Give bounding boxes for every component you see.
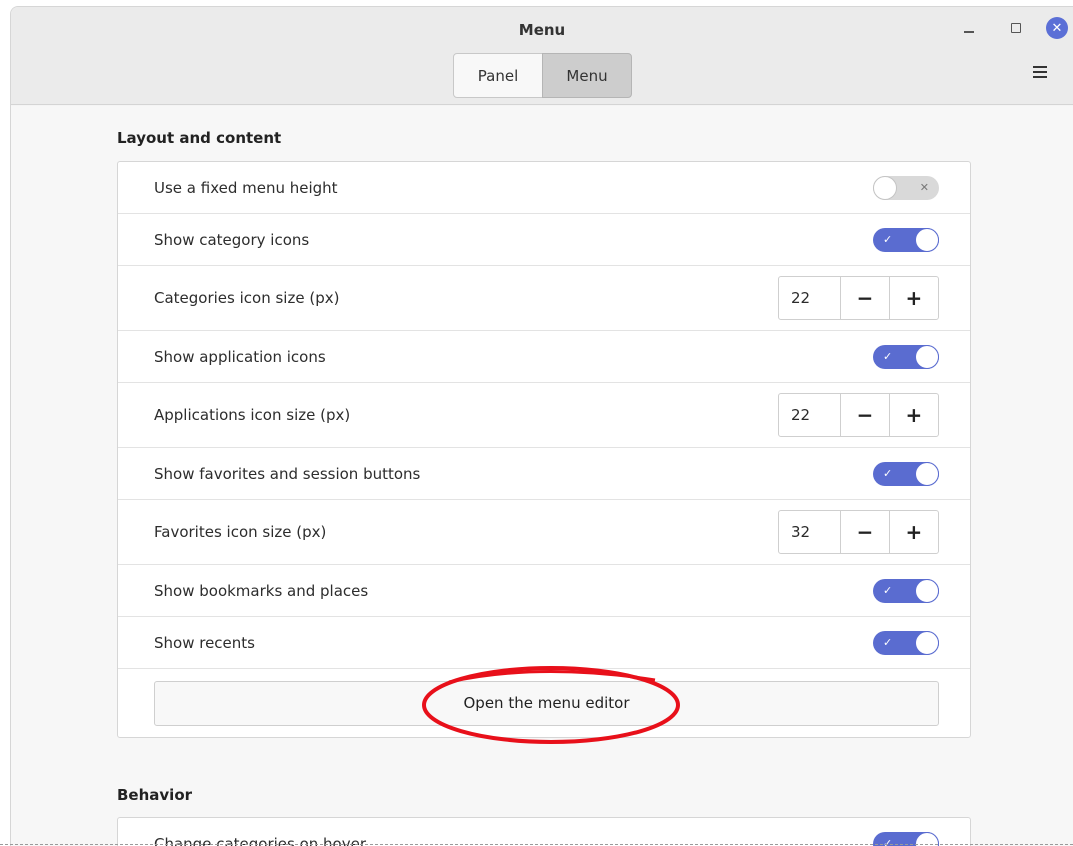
decrement-button[interactable]: − xyxy=(841,394,890,436)
setting-label: Show favorites and session buttons xyxy=(154,464,421,483)
setting-label: Categories icon size (px) xyxy=(154,289,340,307)
setting-row-categories-icon-size: Categories icon size (px) 22 − + xyxy=(118,266,970,331)
close-icon: ✕ xyxy=(1046,17,1068,39)
favorites-icon-size-stepper: 32 − + xyxy=(778,510,939,554)
setting-row-applications-icon-size: Applications icon size (px) 22 − + xyxy=(118,383,970,448)
toggle-knob xyxy=(915,630,939,655)
favorites-icon-size-input[interactable]: 32 xyxy=(779,511,842,553)
behavior-settings-card: Change categories on hover ✓ xyxy=(117,817,971,846)
section-title-layout: Layout and content xyxy=(117,129,282,147)
red-annotation-ellipse xyxy=(422,666,680,744)
title-bar: Menu ✕ Panel Menu xyxy=(11,7,1073,105)
recents-toggle[interactable]: ✓ xyxy=(873,630,939,655)
setting-row-favorites-session: Show favorites and session buttons ✓ xyxy=(118,448,970,500)
cross-icon: ✕ xyxy=(919,180,929,194)
setting-label: Use a fixed menu height xyxy=(154,178,338,197)
window-title: Menu xyxy=(518,21,566,39)
toggle-knob xyxy=(915,578,939,603)
check-icon: ✓ xyxy=(883,232,893,246)
category-icons-toggle[interactable]: ✓ xyxy=(873,227,939,252)
toggle-knob xyxy=(915,344,939,369)
setting-row-bookmarks-places: Show bookmarks and places ✓ xyxy=(118,565,970,617)
fixed-height-toggle[interactable]: ✕ xyxy=(873,175,939,200)
decrement-button[interactable]: − xyxy=(841,277,890,319)
applications-icon-size-input[interactable]: 22 xyxy=(779,394,842,436)
setting-label: Show bookmarks and places xyxy=(154,581,369,600)
applications-icon-size-stepper: 22 − + xyxy=(778,393,939,437)
categories-icon-size-stepper: 22 − + xyxy=(778,276,939,320)
favorites-session-toggle[interactable]: ✓ xyxy=(873,461,939,486)
categories-icon-size-input[interactable]: 22 xyxy=(779,277,842,319)
setting-row-fixed-height: Use a fixed menu height ✕ xyxy=(118,162,970,214)
section-title-behavior: Behavior xyxy=(117,786,193,804)
check-icon: ✓ xyxy=(883,466,893,480)
setting-label: Favorites icon size (px) xyxy=(154,523,327,541)
tab-panel[interactable]: Panel xyxy=(453,53,543,98)
setting-row-favorites-icon-size: Favorites icon size (px) 32 − + xyxy=(118,500,970,565)
increment-button[interactable]: + xyxy=(890,277,938,319)
setting-label: Show application icons xyxy=(154,347,326,366)
settings-content: Layout and content Use a fixed menu heig… xyxy=(11,106,1073,846)
decrement-button[interactable]: − xyxy=(841,511,890,553)
increment-button[interactable]: + xyxy=(890,511,938,553)
increment-button[interactable]: + xyxy=(890,394,938,436)
check-icon: ✓ xyxy=(883,635,893,649)
maximize-button[interactable] xyxy=(1003,15,1029,41)
setting-label: Applications icon size (px) xyxy=(154,406,351,424)
toggle-knob xyxy=(915,227,939,252)
setting-row-recents: Show recents ✓ xyxy=(118,617,970,669)
layout-settings-card: Use a fixed menu height ✕ Show category … xyxy=(117,161,971,738)
check-icon: ✓ xyxy=(883,349,893,363)
toggle-knob xyxy=(873,175,897,200)
screenshot-edge-divider xyxy=(0,844,1073,845)
minimize-icon xyxy=(964,31,974,33)
setting-row-application-icons: Show application icons ✓ xyxy=(118,331,970,383)
settings-window: Menu ✕ Panel Menu Layout and content Use… xyxy=(10,6,1073,846)
setting-row-change-on-hover: Change categories on hover ✓ xyxy=(118,818,970,846)
close-button[interactable]: ✕ xyxy=(1044,15,1070,41)
tab-bar: Panel Menu xyxy=(453,53,632,98)
toggle-knob xyxy=(915,461,939,486)
bookmarks-places-toggle[interactable]: ✓ xyxy=(873,578,939,603)
tab-menu[interactable]: Menu xyxy=(542,53,632,98)
hamburger-menu-icon[interactable] xyxy=(1033,65,1047,79)
maximize-icon xyxy=(1011,23,1021,33)
check-icon: ✓ xyxy=(883,583,893,597)
application-icons-toggle[interactable]: ✓ xyxy=(873,344,939,369)
setting-label: Show recents xyxy=(154,633,255,652)
setting-label: Show category icons xyxy=(154,230,310,249)
setting-row-category-icons: Show category icons ✓ xyxy=(118,214,970,266)
minimize-button[interactable] xyxy=(956,15,982,41)
